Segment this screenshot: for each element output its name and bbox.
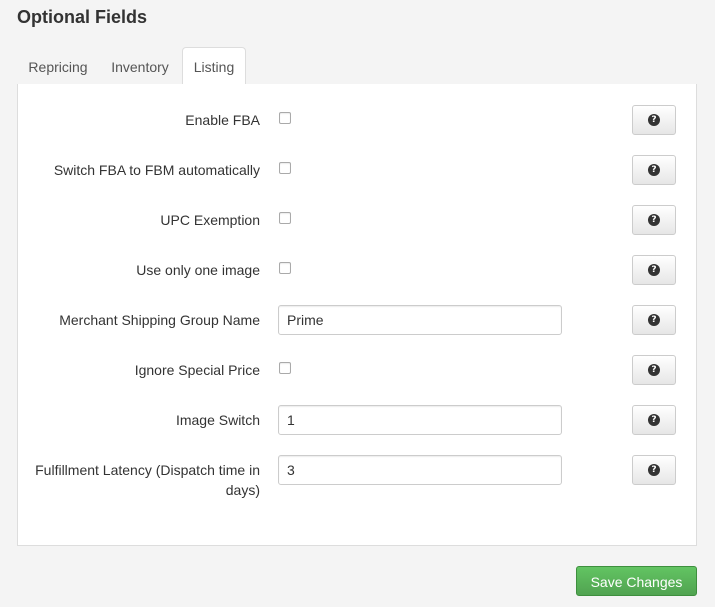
one-image-help-button[interactable]: ? bbox=[632, 255, 676, 285]
upc-exemption-label: UPC Exemption bbox=[160, 212, 260, 228]
switch-fba-fbm-help-button[interactable]: ? bbox=[632, 155, 676, 185]
field-row-fulfillment-latency: Fulfillment Latency (Dispatch time in da… bbox=[18, 455, 698, 505]
ignore-special-price-help-button[interactable]: ? bbox=[632, 355, 676, 385]
image-switch-help-button[interactable]: ? bbox=[632, 405, 676, 435]
question-circle-icon: ? bbox=[648, 414, 660, 426]
field-row-shipping-group: Merchant Shipping Group Name ? bbox=[18, 305, 698, 345]
field-row-upc-exemption: UPC Exemption ? bbox=[18, 205, 698, 245]
field-row-image-switch: Image Switch ? bbox=[18, 405, 698, 445]
question-circle-icon: ? bbox=[648, 314, 660, 326]
fulfillment-latency-label: Fulfillment Latency (Dispatch time in da… bbox=[35, 462, 260, 498]
listing-panel: Enable FBA ? Switch FBA to FBM automatic… bbox=[17, 84, 697, 546]
tab-inventory[interactable]: Inventory bbox=[101, 47, 179, 85]
ignore-special-price-checkbox[interactable] bbox=[279, 362, 291, 374]
tab-listing[interactable]: Listing bbox=[182, 47, 246, 86]
question-circle-icon: ? bbox=[648, 364, 660, 376]
one-image-label: Use only one image bbox=[136, 262, 260, 278]
enable-fba-checkbox[interactable] bbox=[279, 112, 291, 124]
question-circle-icon: ? bbox=[648, 264, 660, 276]
switch-fba-fbm-label: Switch FBA to FBM automatically bbox=[53, 162, 260, 178]
upc-exemption-help-button[interactable]: ? bbox=[632, 205, 676, 235]
fulfillment-latency-input[interactable] bbox=[278, 455, 562, 485]
image-switch-label: Image Switch bbox=[175, 412, 260, 428]
one-image-checkbox[interactable] bbox=[279, 262, 291, 274]
tab-repricing[interactable]: Repricing bbox=[17, 47, 99, 85]
question-circle-icon: ? bbox=[648, 114, 660, 126]
question-circle-icon: ? bbox=[648, 464, 660, 476]
image-switch-input[interactable] bbox=[278, 405, 562, 435]
tab-bar: Repricing Inventory Listing bbox=[17, 47, 697, 86]
question-circle-icon: ? bbox=[648, 214, 660, 226]
field-row-switch-fba-fbm: Switch FBA to FBM automatically ? bbox=[18, 155, 698, 195]
ignore-special-price-label: Ignore Special Price bbox=[134, 362, 260, 378]
shipping-group-input[interactable] bbox=[278, 305, 562, 335]
shipping-group-help-button[interactable]: ? bbox=[632, 305, 676, 335]
upc-exemption-checkbox[interactable] bbox=[279, 212, 291, 224]
enable-fba-label: Enable FBA bbox=[185, 112, 260, 128]
save-changes-button[interactable]: Save Changes bbox=[576, 566, 697, 596]
field-row-ignore-special-price: Ignore Special Price ? bbox=[18, 355, 698, 395]
field-row-enable-fba: Enable FBA ? bbox=[18, 105, 698, 145]
switch-fba-fbm-checkbox[interactable] bbox=[279, 162, 291, 174]
shipping-group-label: Merchant Shipping Group Name bbox=[59, 312, 260, 328]
field-row-one-image: Use only one image ? bbox=[18, 255, 698, 295]
enable-fba-help-button[interactable]: ? bbox=[632, 105, 676, 135]
fulfillment-latency-help-button[interactable]: ? bbox=[632, 455, 676, 485]
question-circle-icon: ? bbox=[648, 164, 660, 176]
page-title: Optional Fields bbox=[17, 7, 148, 27]
